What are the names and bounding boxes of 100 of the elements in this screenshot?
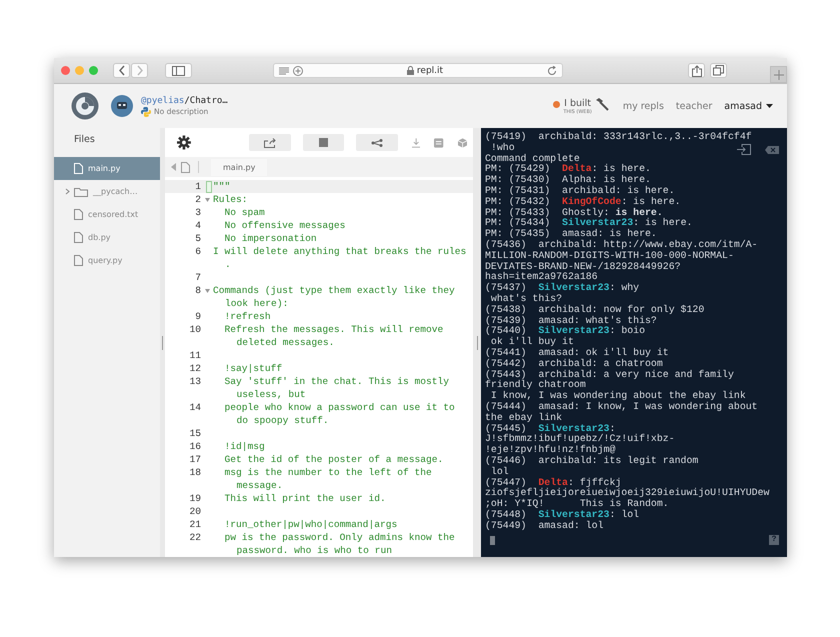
line-number: 5 [194, 232, 201, 245]
logo-icon[interactable] [71, 92, 99, 120]
share-link-button[interactable] [356, 134, 398, 152]
file-tab[interactable]: main.py [211, 158, 268, 176]
files-heading: Files [73, 134, 96, 147]
code-line: I will delete anything that breaks the rules [213, 245, 466, 258]
console-line: DEVIATES-BRAND-NEW-/182928449926? [485, 260, 681, 272]
code-line: """ [213, 180, 230, 193]
share-icon [692, 64, 702, 76]
share-button[interactable] [249, 134, 291, 152]
owner-link[interactable]: @pyelias [141, 96, 184, 106]
line-number: 8 [194, 284, 201, 298]
console-line: (75439) amasad: what's this? [485, 314, 657, 326]
console-line: !who [490, 142, 515, 153]
exit-icon[interactable] [737, 144, 751, 155]
collapse-icon[interactable] [171, 163, 177, 172]
file-item[interactable]: censored.txt [54, 203, 160, 226]
code-line: Refresh the messages. This will remove [224, 323, 444, 336]
cube-icon[interactable] [458, 138, 467, 148]
line-number: 17 [188, 453, 201, 466]
code-line: Commands (just type them exactly like they [213, 284, 455, 297]
chevron-icon[interactable] [65, 188, 70, 195]
console-line: (75447) Delta: fjffckj [485, 476, 622, 488]
line-number: 12 [188, 362, 201, 375]
code-line: pw is the password. Only admins know the [224, 531, 455, 544]
tabs-button[interactable] [710, 63, 727, 78]
file-item[interactable]: query.py [54, 249, 160, 272]
hammer-icon [594, 98, 609, 110]
code-line: deleted messages. [236, 336, 334, 349]
plus-icon [774, 70, 784, 80]
code-line: message. [236, 479, 283, 492]
line-number: 9 [194, 310, 201, 323]
help-button[interactable]: ? [769, 535, 779, 546]
file-icon [74, 255, 83, 266]
console-line: J!sfbmmz!ibuf!upebz/!Cz!uif!xbz- [485, 433, 675, 444]
code-line: do spoopy stuff. [236, 414, 329, 427]
line-number: 21 [188, 518, 201, 531]
console-line: (75437) Silverstar23: why [485, 282, 640, 293]
document-icon[interactable] [434, 138, 444, 148]
line-number: 7 [194, 271, 201, 284]
add-icon[interactable] [293, 66, 303, 76]
url-text: repl.it [416, 66, 444, 76]
folder-icon [74, 186, 88, 196]
console-line: PM: (75430) Alpha: is here. [485, 174, 651, 185]
reload-icon[interactable] [547, 66, 557, 76]
built-label: I built [564, 98, 592, 108]
caret-icon [766, 104, 773, 108]
console-line: (75449) amasad: lol [485, 520, 604, 530]
line-number: 4 [194, 219, 201, 232]
console-line: (75441) amasad: ok i'll buy it [485, 346, 669, 358]
code-line: people who know a password can use it to [224, 401, 455, 414]
code-line: !run_other|pw|who|command|args [224, 518, 398, 531]
clear-icon[interactable] [765, 146, 779, 154]
settings-icon[interactable] [177, 135, 191, 150]
console-line: (75444) amasad: I know, I was wondering about [485, 400, 758, 412]
console-line: the ebay link [485, 412, 562, 423]
sidebar-toggle-button[interactable] [165, 63, 192, 78]
line-number: 19 [188, 492, 201, 505]
export-icon [264, 138, 276, 148]
reader-icon[interactable] [279, 66, 289, 74]
line-number: 3 [194, 206, 201, 219]
nav-link[interactable]: teacher [676, 100, 712, 112]
stop-button[interactable] [302, 134, 344, 152]
file-item[interactable]: __pycach… [54, 180, 160, 203]
new-tab-button[interactable] [770, 66, 787, 83]
console-line: Command complete [485, 152, 580, 164]
maximize-icon[interactable] [89, 66, 98, 75]
console-line: friendly chatroom [485, 379, 586, 390]
code-line: No offensive messages [224, 219, 346, 232]
download-icon[interactable] [412, 138, 420, 148]
console-line: what's this? [490, 292, 562, 304]
line-number: 2 [194, 193, 201, 206]
console-line: MILLION-RANDOM-DIGITS-WITH-100-000-NORMAL- [485, 250, 734, 261]
code-line: No impersonation [224, 232, 317, 245]
console-line: (75443) archibald: a very nice and family [485, 368, 734, 380]
status-dot [553, 100, 560, 108]
user-menu[interactable]: amasad [724, 100, 773, 112]
back-button[interactable] [113, 63, 130, 78]
close-icon[interactable] [61, 66, 70, 75]
share-icon [371, 138, 384, 147]
line-number: 18 [188, 466, 201, 480]
fold-icon[interactable] [204, 198, 210, 202]
fold-icon[interactable] [204, 289, 210, 293]
code-line: . [224, 258, 231, 271]
code-line: useless, but [236, 388, 306, 401]
code-line: !refresh [224, 310, 271, 323]
repl-name: /Chatro… [184, 96, 228, 106]
address-bar[interactable]: repl.it [273, 63, 563, 78]
python-icon [141, 106, 151, 116]
share-button[interactable] [688, 63, 705, 78]
lock-icon [406, 66, 414, 75]
nav-link[interactable]: my repls [622, 100, 664, 112]
code-line: This will print the user id. [224, 492, 386, 505]
console-line: ok i'll buy it [490, 336, 574, 347]
console-line: (75440) Silverstar23: boio [485, 325, 646, 336]
console-line: (75445) Silverstar23: [485, 422, 616, 434]
file-icon [74, 209, 83, 220]
file-item[interactable]: main.py [54, 157, 160, 180]
code-line: look here): [224, 297, 288, 310]
file-item[interactable]: db.py [54, 226, 160, 249]
